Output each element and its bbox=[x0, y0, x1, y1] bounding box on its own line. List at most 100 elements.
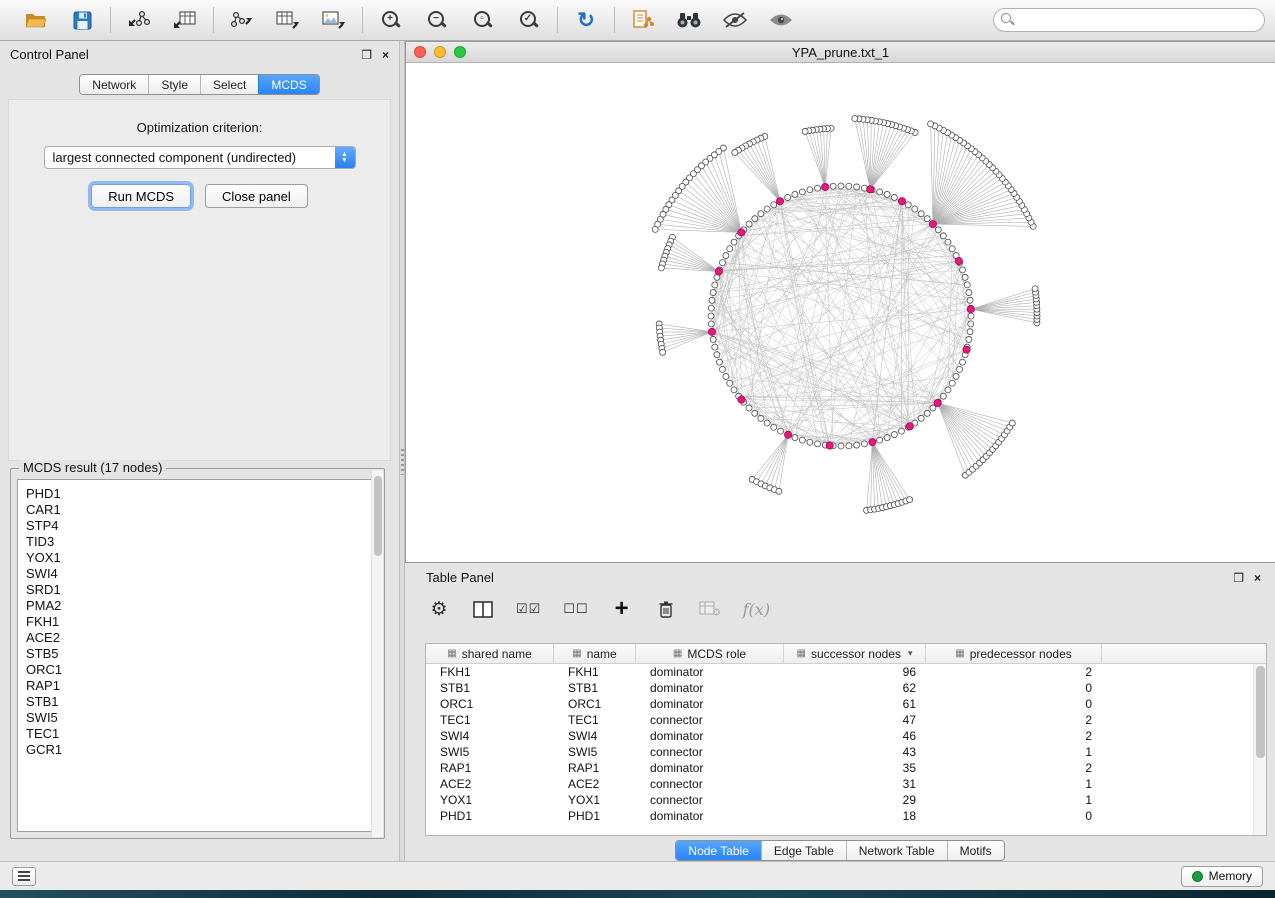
zoom-selected-icon[interactable]: ✓ bbox=[515, 7, 543, 33]
network-title: YPA_prune.txt_1 bbox=[406, 45, 1275, 60]
close-window-icon[interactable] bbox=[414, 46, 426, 58]
export-network-icon[interactable] bbox=[228, 7, 256, 33]
mcds-result-title: MCDS result (17 nodes) bbox=[19, 460, 166, 475]
tab-motifs[interactable]: Motifs bbox=[947, 841, 1004, 860]
status-bar: Memory bbox=[0, 861, 1275, 890]
table-cell: 2 bbox=[926, 664, 1102, 680]
search-input[interactable] bbox=[993, 8, 1265, 32]
share-document-icon[interactable] bbox=[629, 7, 657, 33]
mcds-result-item[interactable]: SWI5 bbox=[26, 710, 377, 726]
column-header[interactable]: ▦successor nodes▾ bbox=[784, 644, 926, 663]
mcds-result-item[interactable]: FKH1 bbox=[26, 614, 377, 630]
zoom-fit-icon[interactable]: ▫ bbox=[469, 7, 497, 33]
mcds-result-item[interactable]: TID3 bbox=[26, 534, 377, 550]
hide-edges-icon[interactable] bbox=[721, 7, 749, 33]
zoom-out-icon[interactable]: − bbox=[423, 7, 451, 33]
mcds-result-item[interactable]: PMA2 bbox=[26, 598, 377, 614]
mcds-result-list[interactable]: PHD1CAR1STP4TID3YOX1SWI4SRD1PMA2FKH1ACE2… bbox=[17, 479, 378, 832]
table-row[interactable]: YOX1YOX1connector291 bbox=[426, 792, 1266, 808]
scrollbar-thumb[interactable] bbox=[374, 476, 382, 556]
table-row[interactable]: FKH1FKH1dominator962 bbox=[426, 664, 1266, 680]
open-folder-icon[interactable] bbox=[22, 7, 50, 33]
table-row[interactable]: SWI5SWI5connector431 bbox=[426, 744, 1266, 760]
panel-menu-button[interactable] bbox=[12, 867, 36, 886]
table-row[interactable]: RAP1RAP1dominator352 bbox=[426, 760, 1266, 776]
tab-network-table[interactable]: Network Table bbox=[846, 841, 947, 860]
attribute-type-icon: ▦ bbox=[447, 648, 456, 659]
tab-style[interactable]: Style bbox=[148, 75, 200, 94]
tab-select[interactable]: Select bbox=[200, 75, 258, 94]
mcds-result-item[interactable]: STB1 bbox=[26, 694, 377, 710]
run-mcds-button[interactable]: Run MCDS bbox=[91, 184, 191, 208]
network-canvas[interactable] bbox=[406, 63, 1275, 562]
create-column-icon[interactable]: + bbox=[611, 597, 633, 621]
scrollbar-thumb[interactable] bbox=[1256, 666, 1265, 758]
column-header[interactable]: ▦MCDS role bbox=[636, 644, 784, 663]
mcds-result-item[interactable]: TEC1 bbox=[26, 726, 377, 742]
table-row[interactable]: ORC1ORC1dominator610 bbox=[426, 696, 1266, 712]
selected-criterion: largest connected component (undirected) bbox=[45, 150, 335, 165]
table-cell: STB1 bbox=[554, 680, 636, 696]
mcds-result-item[interactable]: GCR1 bbox=[26, 742, 377, 758]
tab-edge-table[interactable]: Edge Table bbox=[761, 841, 846, 860]
select-all-columns-icon[interactable]: ☑☑ bbox=[516, 597, 541, 621]
maximize-window-icon[interactable] bbox=[454, 46, 466, 58]
table-row[interactable]: TEC1TEC1connector472 bbox=[426, 712, 1266, 728]
optimization-criterion-select[interactable]: largest connected component (undirected)… bbox=[44, 146, 356, 169]
table-row[interactable]: SWI4SWI4dominator462 bbox=[426, 728, 1266, 744]
table-row[interactable]: STB1STB1dominator620 bbox=[426, 680, 1266, 696]
table-row[interactable]: ACE2ACE2connector311 bbox=[426, 776, 1266, 792]
mcds-result-item[interactable]: RAP1 bbox=[26, 678, 377, 694]
float-panel-icon[interactable]: ❐ bbox=[361, 49, 372, 61]
export-table-icon[interactable] bbox=[274, 7, 302, 33]
save-icon[interactable] bbox=[68, 7, 96, 33]
table-settings-gear-icon[interactable]: ⚙ bbox=[428, 597, 450, 621]
unselect-all-columns-icon[interactable]: ☐☐ bbox=[563, 597, 588, 621]
mcds-result-item[interactable]: ACE2 bbox=[26, 630, 377, 646]
import-table-icon[interactable] bbox=[171, 7, 199, 33]
mcds-result-item[interactable]: YOX1 bbox=[26, 550, 377, 566]
column-header[interactable]: ▦shared name bbox=[426, 644, 554, 663]
show-columns-icon[interactable] bbox=[472, 597, 494, 621]
mcds-result-item[interactable]: CAR1 bbox=[26, 502, 377, 518]
tab-mcds[interactable]: MCDS bbox=[258, 75, 318, 94]
column-header[interactable]: ▦name bbox=[554, 644, 636, 663]
table-cell: connector bbox=[636, 712, 784, 728]
table-cell: TEC1 bbox=[426, 712, 554, 728]
network-window-titlebar[interactable]: YPA_prune.txt_1 bbox=[406, 42, 1275, 63]
mcds-result-item[interactable]: SRD1 bbox=[26, 582, 377, 598]
mcds-result-item[interactable]: STB5 bbox=[26, 646, 377, 662]
toolbar-divider bbox=[362, 7, 363, 33]
export-image-icon[interactable] bbox=[320, 7, 348, 33]
close-panel-icon[interactable]: × bbox=[382, 49, 389, 61]
tab-network[interactable]: Network bbox=[80, 75, 148, 94]
minimize-window-icon[interactable] bbox=[434, 46, 446, 58]
mcds-result-item[interactable]: ORC1 bbox=[26, 662, 377, 678]
column-header[interactable]: ▦predecessor nodes bbox=[926, 644, 1102, 663]
close-panel-button[interactable]: Close panel bbox=[205, 184, 308, 208]
refresh-layout-icon[interactable]: ↻ bbox=[572, 7, 600, 33]
close-panel-icon[interactable]: × bbox=[1254, 572, 1261, 584]
mcds-list-scrollbar[interactable] bbox=[371, 470, 383, 837]
mcds-result-group: MCDS result (17 nodes) PHD1CAR1STP4TID3Y… bbox=[10, 468, 385, 839]
mcds-result-item[interactable]: PHD1 bbox=[26, 486, 377, 502]
tab-node-table[interactable]: Node Table bbox=[676, 841, 761, 860]
delete-column-icon[interactable] bbox=[655, 597, 677, 621]
sort-chevron-icon[interactable]: ▾ bbox=[908, 648, 913, 659]
zoom-in-icon[interactable]: + bbox=[377, 7, 405, 33]
table-panel-title: Table Panel bbox=[426, 570, 494, 585]
float-panel-icon[interactable]: ❐ bbox=[1233, 572, 1244, 584]
binoculars-icon[interactable] bbox=[675, 7, 703, 33]
table-scrollbar[interactable] bbox=[1253, 664, 1266, 835]
table-cell: 35 bbox=[784, 760, 926, 776]
function-builder-icon: f(x) bbox=[743, 597, 770, 621]
table-cell: PHD1 bbox=[426, 808, 554, 824]
memory-button[interactable]: Memory bbox=[1181, 866, 1263, 887]
table-cell: 0 bbox=[926, 696, 1102, 712]
import-network-icon[interactable] bbox=[125, 7, 153, 33]
mcds-result-item[interactable]: SWI4 bbox=[26, 566, 377, 582]
show-graphics-eye-icon[interactable] bbox=[767, 7, 795, 33]
table-cell: 2 bbox=[926, 712, 1102, 728]
table-row[interactable]: PHD1PHD1dominator180 bbox=[426, 808, 1266, 824]
mcds-result-item[interactable]: STP4 bbox=[26, 518, 377, 534]
